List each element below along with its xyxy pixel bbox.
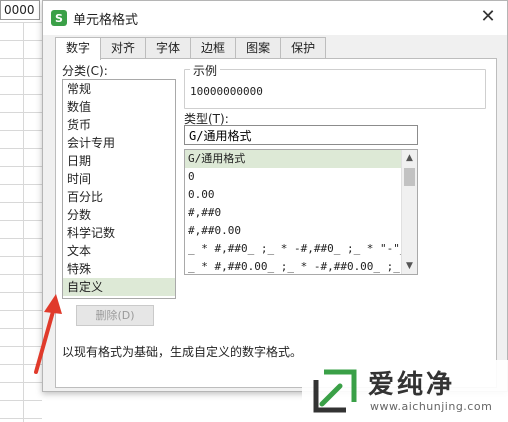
scroll-down-arrow-icon[interactable]: ▼ (402, 258, 417, 274)
category-label: 分类(C): (62, 64, 108, 78)
tab-bar: 数字 对齐 字体 边框 图案 保护 (55, 37, 327, 60)
format-type-list[interactable]: G/通用格式 0 0.00 #,##0 #,##0.00 _ * #,##0_ … (184, 149, 418, 275)
category-item-general[interactable]: 常规 (63, 80, 175, 98)
format-description: 以现有格式为基础，生成自定义的数字格式。 (62, 345, 303, 359)
tab-number[interactable]: 数字 (55, 37, 102, 60)
number-tab-panel: 分类(C): 常规 数值 货币 会计专用 日期 时间 百分比 分数 科学记数 文… (55, 58, 497, 388)
type-input[interactable] (184, 125, 418, 145)
format-item-accounting-decimal[interactable]: _ * #,##0.00_ ;_ * -#,##0.00_ ;_ * "-"??… (185, 258, 401, 274)
category-item-text[interactable]: 文本 (63, 242, 175, 260)
tab-border[interactable]: 边框 (190, 37, 237, 59)
format-item-thousands-decimal[interactable]: #,##0.00 (185, 222, 401, 240)
format-cells-dialog: S 单元格格式 ✕ 数字 对齐 字体 边框 图案 保护 分类(C): 常规 数值… (42, 0, 508, 392)
sheet-column-line (23, 22, 24, 422)
sheet-grid (0, 22, 42, 422)
category-item-date[interactable]: 日期 (63, 152, 175, 170)
watermark-logo-icon (313, 369, 357, 413)
category-item-time[interactable]: 时间 (63, 170, 175, 188)
wps-app-icon: S (51, 10, 67, 26)
format-item-0-00[interactable]: 0.00 (185, 186, 401, 204)
category-item-custom[interactable]: 自定义 (63, 278, 175, 296)
category-item-currency[interactable]: 货币 (63, 116, 175, 134)
watermark: 爱纯净 www.aichunjing.com (302, 360, 508, 422)
watermark-name: 爱纯净 (368, 370, 456, 400)
close-button[interactable]: ✕ (479, 8, 497, 26)
cell-value-box[interactable]: 0000 (0, 0, 40, 20)
sample-label: 示例 (190, 62, 221, 79)
category-item-fraction[interactable]: 分数 (63, 206, 175, 224)
watermark-url: www.aichunjing.com (370, 400, 493, 413)
format-item-accounting[interactable]: _ * #,##0_ ;_ * -#,##0_ ;_ * "-"_ ;_ @_ (185, 240, 401, 258)
category-list[interactable]: 常规 数值 货币 会计专用 日期 时间 百分比 分数 科学记数 文本 特殊 自定… (62, 79, 176, 299)
category-item-percentage[interactable]: 百分比 (63, 188, 175, 206)
tab-font[interactable]: 字体 (145, 37, 192, 59)
delete-button[interactable]: 删除(D) (76, 305, 154, 326)
format-item-thousands[interactable]: #,##0 (185, 204, 401, 222)
dialog-title: 单元格格式 (73, 12, 139, 28)
scroll-up-arrow-icon[interactable]: ▲ (402, 150, 417, 166)
dialog-titlebar: S 单元格格式 ✕ (43, 1, 507, 35)
category-item-scientific[interactable]: 科学记数 (63, 224, 175, 242)
format-list-scrollbar[interactable]: ▲ ▼ (401, 150, 417, 274)
scroll-thumb[interactable] (404, 168, 415, 186)
category-item-special[interactable]: 特殊 (63, 260, 175, 278)
format-item-0[interactable]: 0 (185, 168, 401, 186)
sample-value: 10000000000 (190, 85, 263, 98)
tab-protection[interactable]: 保护 (280, 37, 327, 59)
category-item-number[interactable]: 数值 (63, 98, 175, 116)
category-item-accounting[interactable]: 会计专用 (63, 134, 175, 152)
tab-alignment[interactable]: 对齐 (100, 37, 147, 59)
tab-pattern[interactable]: 图案 (235, 37, 282, 59)
format-item-general[interactable]: G/通用格式 (185, 150, 401, 168)
